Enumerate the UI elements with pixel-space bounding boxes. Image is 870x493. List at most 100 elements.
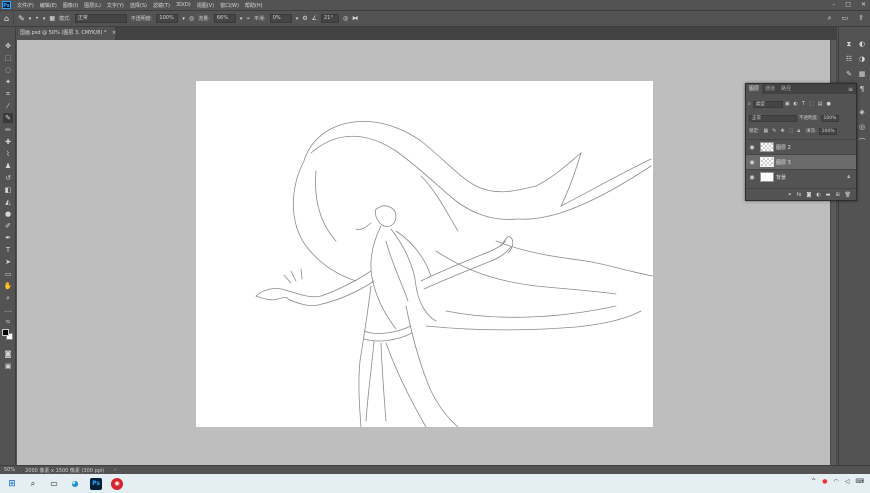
lock-pixels-icon[interactable]: ✎	[772, 128, 776, 134]
paths-icon[interactable]: ⌒	[857, 137, 867, 147]
close-button[interactable]: ✕	[861, 1, 866, 8]
search-icon[interactable]: ⌕	[828, 14, 832, 23]
more-tools-icon[interactable]: …	[3, 305, 13, 315]
move-tool-icon[interactable]: ✥	[3, 41, 13, 51]
lasso-tool-icon[interactable]: ◌	[3, 65, 13, 75]
properties-icon[interactable]: ☷	[844, 54, 854, 64]
brush-panel-icon[interactable]: ✎	[844, 69, 854, 79]
paint-brush-tool-icon[interactable]: ⌇	[3, 149, 13, 159]
new-layer-icon[interactable]: ⊞	[835, 192, 839, 198]
flow-field[interactable]: 66%	[213, 14, 236, 23]
document-info[interactable]: 2000 像素 x 1500 像素 (300 ppi)	[25, 467, 104, 474]
lock-transparent-icon[interactable]: ▦	[764, 128, 769, 134]
mode-select[interactable]: 正常	[74, 14, 127, 23]
healing-tool-icon[interactable]: ✚	[3, 137, 13, 147]
stamp-tool-icon[interactable]: ♟	[3, 161, 13, 171]
layers-panel-icon[interactable]: ◈	[857, 107, 867, 117]
close-tab-icon[interactable]: ×	[112, 30, 116, 36]
home-icon[interactable]: ⌂	[4, 14, 9, 24]
angle-field[interactable]: 21°	[320, 14, 339, 23]
filter-adjust-icon[interactable]: ◐	[794, 101, 798, 107]
crop-tool-icon[interactable]: ⌗	[3, 89, 13, 99]
chevron-down-icon[interactable]: ▾	[240, 14, 243, 24]
smoothing-gear-icon[interactable]: ⚙	[302, 14, 307, 24]
foreground-color-swatch[interactable]	[2, 329, 9, 336]
swap-colors-icon[interactable]: ⇆	[3, 317, 13, 327]
type-tool-icon[interactable]: T	[3, 245, 13, 255]
hand-tool-icon[interactable]: ✋	[3, 281, 13, 291]
filter-shape-icon[interactable]: ⬚	[809, 101, 814, 107]
screen-mode-icon[interactable]: ▣	[3, 361, 13, 371]
tray-expand-icon[interactable]: ^	[811, 478, 816, 485]
layer-fill-field[interactable]: 100%	[818, 127, 837, 135]
canvas-workspace[interactable]	[17, 40, 830, 465]
history-brush-tool-icon[interactable]: ↺	[3, 173, 13, 183]
swatches-icon[interactable]: ▦	[857, 69, 867, 79]
brush-settings-icon[interactable]: ▦	[49, 14, 55, 24]
folder-icon[interactable]: ▬	[826, 192, 831, 198]
link-icon[interactable]: ⚭	[788, 192, 792, 198]
lock-all-icon[interactable]: 🔒︎	[797, 128, 800, 134]
marquee-tool-icon[interactable]: ⬚	[3, 53, 13, 63]
input-method-icon[interactable]: ⌨	[855, 478, 864, 485]
edge-browser-icon[interactable]: ◕	[69, 478, 81, 490]
filter-toggle-icon[interactable]: ●	[826, 101, 830, 107]
menu-select[interactable]: 选择(S)	[127, 2, 150, 9]
quick-select-tool-icon[interactable]: ✦	[3, 77, 13, 87]
document-canvas[interactable]	[196, 81, 653, 427]
gradient-tool-icon[interactable]: ◭	[3, 197, 13, 207]
search-icon[interactable]: ⌕	[27, 478, 39, 490]
task-view-icon[interactable]: ▭	[48, 478, 60, 490]
zoom-tool-icon[interactable]: ⌕	[3, 293, 13, 303]
color-panel-icon[interactable]: ◐	[857, 39, 867, 49]
opacity-field[interactable]: 100%	[156, 14, 179, 23]
layer-opacity-field[interactable]: 100%	[820, 114, 839, 122]
menu-window[interactable]: 窗口(W)	[217, 2, 242, 9]
menu-help[interactable]: 帮助(H)	[242, 2, 266, 9]
workspace-icon[interactable]: ▭	[842, 14, 849, 23]
path-select-tool-icon[interactable]: ➤	[3, 257, 13, 267]
color-swatches[interactable]	[2, 329, 14, 341]
airbrush-icon[interactable]: ⌁	[246, 14, 250, 24]
mask-icon[interactable]: ◙	[806, 192, 811, 198]
shape-tool-icon[interactable]: ▭	[3, 269, 13, 279]
panel-menu-icon[interactable]: ≡	[848, 86, 856, 93]
share-icon[interactable]: ⇪	[858, 14, 864, 23]
layer-row[interactable]: ◉ 背景 🔒︎	[746, 169, 856, 184]
chevron-down-icon[interactable]: ▾	[43, 14, 46, 24]
brush-tool-icon[interactable]: ✎	[3, 113, 13, 123]
menu-edit[interactable]: 编辑(E)	[37, 2, 60, 9]
filter-pixel-icon[interactable]: ▣	[785, 101, 790, 107]
lock-artboard-icon[interactable]: ⬚	[789, 128, 794, 134]
layer-name[interactable]: 图层 2	[776, 144, 791, 151]
chevron-down-icon[interactable]: ▾	[296, 14, 299, 24]
chevron-down-icon[interactable]: ▾	[182, 14, 185, 24]
history-icon[interactable]: ⧗	[844, 39, 854, 49]
menu-3d[interactable]: 3D(D)	[173, 2, 194, 8]
windows-start-icon[interactable]: ⊞	[6, 478, 18, 490]
pressure-size-icon[interactable]: ◎	[343, 14, 348, 24]
tab-channels[interactable]: 通道	[762, 84, 778, 94]
tab-layers[interactable]: 图层	[746, 84, 763, 94]
brush-tool-icon[interactable]: ✎	[18, 14, 25, 24]
visibility-eye-icon[interactable]: ◉	[746, 144, 758, 151]
photoshop-taskbar-icon[interactable]: Ps	[90, 477, 102, 490]
visibility-eye-icon[interactable]: ◉	[746, 174, 758, 181]
blend-mode-select[interactable]: 正常	[749, 114, 797, 122]
fx-icon[interactable]: fx	[797, 192, 802, 198]
netease-music-icon[interactable]: ◉	[111, 477, 123, 490]
document-tab[interactable]: 国画.psd @ 50% (图层 3, CMYK/8) * ×	[17, 27, 116, 40]
pen-tool-icon[interactable]: ✒	[3, 233, 13, 243]
zoom-level[interactable]: 50%	[4, 467, 15, 473]
minimize-button[interactable]: –	[832, 1, 835, 8]
layer-name[interactable]: 图层 3	[776, 159, 791, 166]
layer-row[interactable]: ◉ 图层 3	[746, 154, 856, 169]
quick-mask-icon[interactable]: ◙	[3, 349, 13, 359]
menu-filter[interactable]: 滤镜(T)	[150, 2, 173, 9]
tray-app-icon[interactable]: ●	[822, 478, 827, 485]
layer-row[interactable]: ◉ 图层 2	[746, 139, 856, 154]
trash-icon[interactable]: 🗑︎	[845, 192, 851, 198]
layer-name[interactable]: 背景	[776, 174, 786, 181]
chevron-right-icon[interactable]: ›	[114, 467, 116, 473]
maximize-button[interactable]: □	[845, 1, 851, 8]
